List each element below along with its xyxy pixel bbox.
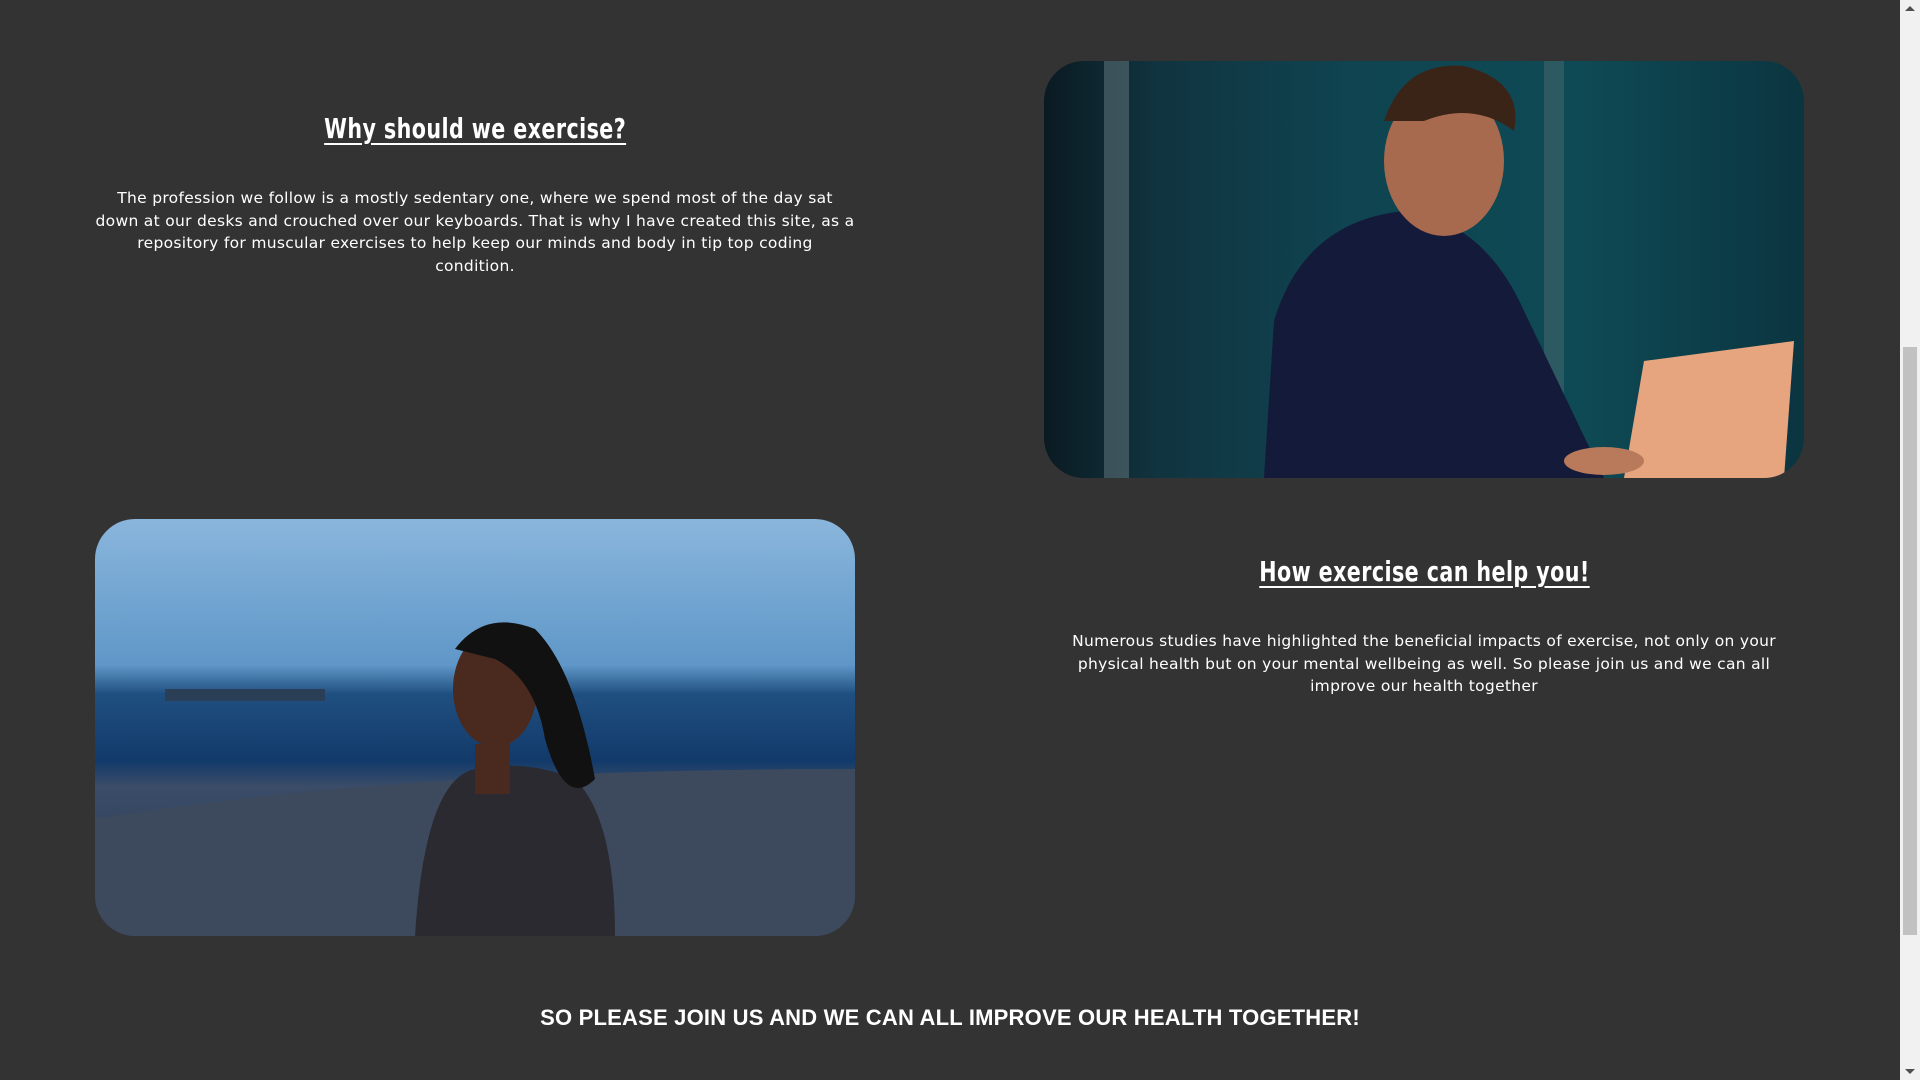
why-exercise-heading: Why should we exercise? xyxy=(324,112,626,145)
man-on-laptop-image xyxy=(1044,61,1804,478)
woman-running-illustration xyxy=(95,622,855,936)
how-exercise-helps-section: How exercise can help you! Numerous stud… xyxy=(1044,555,1804,698)
join-us-banner: SO PLEASE JOIN US AND WE CAN ALL IMPROVE… xyxy=(540,1005,1360,1030)
why-exercise-section: Why should we exercise? The profession w… xyxy=(95,112,855,277)
man-on-laptop-illustration xyxy=(1104,61,1794,478)
scroll-up-arrow-icon[interactable] xyxy=(1905,6,1915,11)
vertical-scrollbar[interactable] xyxy=(1900,0,1920,1080)
scroll-down-arrow-icon[interactable] xyxy=(1905,1069,1915,1074)
why-exercise-text: The profession we follow is a mostly sed… xyxy=(95,189,855,275)
woman-running-image xyxy=(95,519,855,936)
page: Why should we exercise? The profession w… xyxy=(0,0,1900,1080)
scrollbar-thumb[interactable] xyxy=(1903,347,1917,935)
how-exercise-helps-heading: How exercise can help you! xyxy=(1258,555,1590,588)
how-exercise-helps-text: Numerous studies have highlighted the be… xyxy=(1072,632,1776,695)
